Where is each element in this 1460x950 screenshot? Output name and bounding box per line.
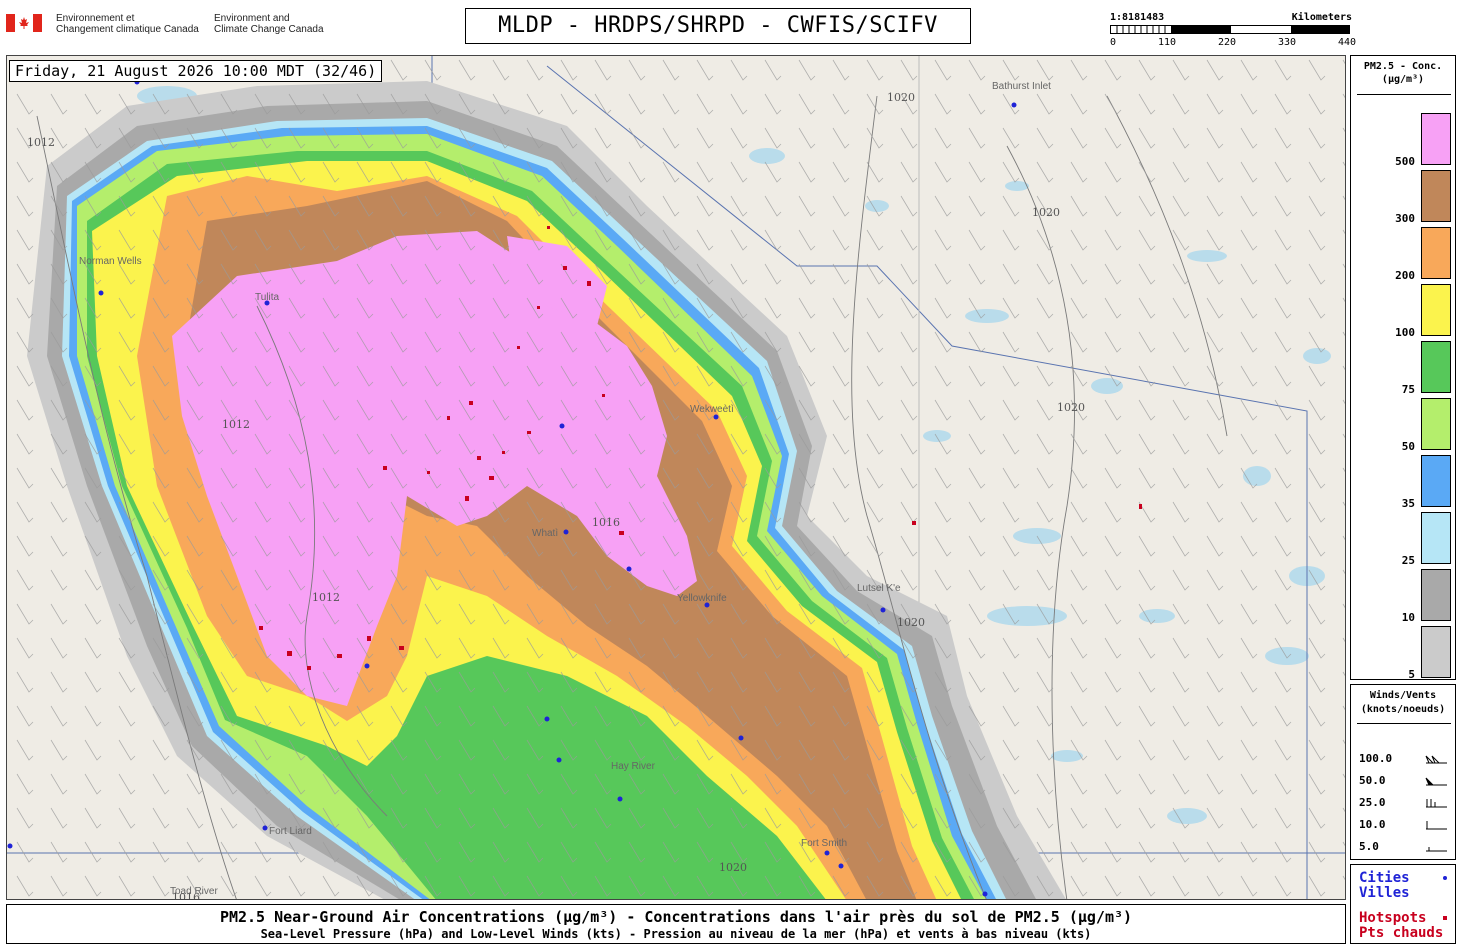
map-canvas: 1012 1012 1012 1016 1016 1020 1020 1020 … bbox=[7, 56, 1345, 899]
wind-legend-row: 25.0 bbox=[1359, 795, 1451, 811]
scale-tick: 440 bbox=[1338, 37, 1357, 48]
canada-flag-icon bbox=[6, 14, 42, 32]
wind-legend-row: 5.0 bbox=[1359, 839, 1451, 855]
scale-tick: 330 bbox=[1278, 37, 1297, 48]
place-label: Whatì bbox=[532, 528, 558, 539]
model-title: MLDP - HRDPS/SHRPD - CWFIS/SCIFV bbox=[465, 8, 971, 44]
place-label: Wekweètì bbox=[690, 404, 734, 415]
cities-key-label: Cities Villes bbox=[1359, 870, 1410, 901]
department-name-en: Environment and Climate Change Canada bbox=[214, 13, 324, 35]
legend-swatch bbox=[1421, 113, 1451, 165]
caption-line-2: Sea-Level Pressure (hPa) and Low-Level W… bbox=[260, 927, 1092, 941]
legend-swatch-label: 500 bbox=[1395, 155, 1415, 168]
eccc-logo: Environnement et Changement climatique Ca… bbox=[6, 10, 366, 40]
wind-legend-row: 10.0 bbox=[1359, 817, 1451, 833]
place-label: Lutsel K'e bbox=[857, 583, 901, 594]
legend-swatch bbox=[1421, 170, 1451, 222]
scale-bar-graphic bbox=[1110, 25, 1350, 34]
legend-swatch-label: 35 bbox=[1401, 497, 1415, 510]
isobar-label: 1020 bbox=[887, 91, 915, 104]
wind-barb-icon bbox=[1425, 755, 1447, 764]
map-caption: PM2.5 Near-Ground Air Concentrations (µg… bbox=[6, 904, 1346, 944]
isobar-label: 1020 bbox=[1057, 401, 1085, 414]
wind-legend-row: 50.0 bbox=[1359, 773, 1451, 789]
legend-title: PM2.5 - Conc. (µg/m³) bbox=[1363, 61, 1443, 85]
caption-line-1: PM2.5 Near-Ground Air Concentrations (µg… bbox=[219, 908, 1133, 926]
isobar-label: 1012 bbox=[27, 136, 55, 149]
wind-barb-icon bbox=[1426, 799, 1447, 808]
isobar-label: 1012 bbox=[222, 418, 250, 431]
legend-swatch-label: 25 bbox=[1401, 554, 1415, 567]
legend-swatch bbox=[1421, 398, 1451, 450]
legend-swatch-label: 200 bbox=[1395, 269, 1415, 282]
scale-tick: 220 bbox=[1218, 37, 1237, 48]
legend-swatch-label: 75 bbox=[1401, 383, 1415, 396]
wind-legend-row: 100.0 bbox=[1359, 751, 1451, 767]
legend-swatch-label: 300 bbox=[1395, 212, 1415, 225]
legend-swatch bbox=[1421, 455, 1451, 507]
legend-swatch bbox=[1421, 227, 1451, 279]
legend-swatch-label: 100 bbox=[1395, 326, 1415, 339]
hotspot-marker-icon bbox=[1443, 916, 1447, 920]
place-label: Norman Wells bbox=[79, 256, 142, 267]
wind-legend-title: Winds/Vents (knots/noeuds) bbox=[1360, 690, 1446, 715]
legend-swatch bbox=[1421, 569, 1451, 621]
legend-swatch bbox=[1421, 626, 1451, 678]
place-label: Fort Liard bbox=[269, 826, 312, 837]
isobar-label: 1016 bbox=[592, 516, 620, 529]
legend-swatch bbox=[1421, 284, 1451, 336]
forecast-timestamp: Friday, 21 August 2026 10:00 MDT (32/46) bbox=[9, 60, 383, 82]
place-label: Tulita bbox=[255, 292, 280, 303]
scale-tick: 0 bbox=[1110, 37, 1117, 48]
legend-swatch-label: 50 bbox=[1401, 440, 1415, 453]
legend-swatch-label: 5 bbox=[1408, 668, 1415, 681]
legend-swatch bbox=[1421, 341, 1451, 393]
smoke-forecast-map[interactable]: 1012 1012 1012 1016 1016 1020 1020 1020 … bbox=[6, 55, 1346, 900]
scale-tick: 110 bbox=[1158, 37, 1177, 48]
scale-ratio: 1:8181483 bbox=[1110, 12, 1165, 23]
marker-key: Cities Villes Hotspots Pts chauds bbox=[1350, 864, 1456, 944]
legend-swatch bbox=[1421, 512, 1451, 564]
concentration-legend: PM2.5 - Conc. (µg/m³) 500 300 200 100 75 50 35 2… bbox=[1350, 55, 1456, 681]
department-name-fr: Environnement et Changement climatique Ca… bbox=[56, 13, 199, 35]
place-label: Toad River bbox=[170, 886, 218, 897]
place-label: Fort Smith bbox=[801, 838, 847, 849]
scale-bar: 1:8181483 Kilometers 0 110 220 330 440 bbox=[1110, 10, 1356, 50]
legend-swatch-label: 10 bbox=[1401, 611, 1415, 624]
isobar-label: 1020 bbox=[1032, 206, 1060, 219]
wind-legend: Winds/Vents (knots/noeuds) 100.0 50.0 25.… bbox=[1350, 684, 1456, 860]
place-label: Hay River bbox=[611, 761, 656, 772]
place-label: Bathurst Inlet bbox=[992, 81, 1051, 92]
hotspots-key-label: Hotspots Pts chauds bbox=[1359, 910, 1444, 941]
scale-unit: Kilometers bbox=[1291, 12, 1352, 23]
place-label: Yellowknife bbox=[677, 593, 727, 604]
isobar-label: 1020 bbox=[719, 861, 747, 874]
wind-barb-icon bbox=[1425, 777, 1447, 786]
isobar-label: 1020 bbox=[897, 616, 925, 629]
wind-barb-icon bbox=[1426, 821, 1447, 830]
isobar-label: 1012 bbox=[312, 591, 340, 604]
city-marker-icon bbox=[1443, 876, 1447, 880]
wind-barb-icon bbox=[1426, 847, 1447, 852]
